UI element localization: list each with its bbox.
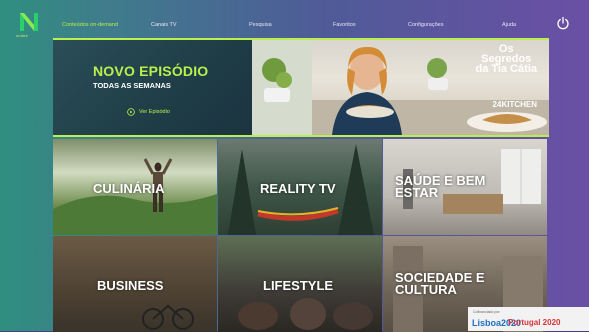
channel-brand: 24KITCHEN [492, 100, 537, 109]
category-tile-saude[interactable]: SAÚDE E BEM ESTAR [383, 139, 547, 235]
play-icon [127, 108, 135, 116]
nav-item-favoritos[interactable]: Favoritos [333, 22, 356, 28]
category-label: CULINÁRIA [93, 181, 165, 196]
hero-banner[interactable]: NOVO EPISÓDIO TODAS AS SEMANAS Ver Episó… [53, 38, 549, 137]
hero-subtitle: TODAS AS SEMANAS [93, 81, 171, 90]
category-tile-business[interactable]: BUSINESS [53, 236, 217, 332]
sponsor-small-text: Cofinanciado por: [473, 310, 501, 314]
category-label: SOCIEDADE E CULTURA [395, 270, 515, 297]
category-label: LIFESTYLE [263, 278, 334, 293]
category-label: SAÚDE E BEM ESTAR [395, 173, 525, 200]
show-title-line-3: da Tia Cátia [475, 63, 537, 75]
category-label: BUSINESS [97, 278, 164, 293]
category-tile-reality-tv[interactable]: REALITY TV [218, 139, 382, 235]
top-navigation: online Conteúdos on-demand Canais TV Pes… [0, 0, 589, 40]
category-tile-lifestyle[interactable]: LIFESTYLE [218, 236, 382, 332]
category-label-text: SAÚDE E BEM ESTAR [395, 173, 486, 200]
category-grid: CULINÁRIA REALITY TV SAÚDE E BEM ESTAR B… [53, 139, 548, 332]
hero-info-panel: NOVO EPISÓDIO TODAS AS SEMANAS Ver Episó… [53, 40, 252, 135]
nav-item-canais-tv[interactable]: Canais TV [151, 22, 177, 28]
nav-item-configuracoes[interactable]: Configurações [408, 22, 443, 28]
category-label: REALITY TV [260, 181, 336, 196]
show-title: Os Segredos da Tia Cátia [475, 44, 537, 75]
app-logo-icon[interactable] [18, 9, 40, 35]
nav-item-pesquisa[interactable]: Pesquisa [249, 22, 272, 28]
sponsor-banner: Cofinanciado por: Lisboa2020 Portugal 20… [468, 307, 589, 331]
nav-item-ajuda[interactable]: Ajuda [502, 22, 516, 28]
category-label-text: SOCIEDADE E CULTURA [395, 270, 485, 297]
watch-episode-button[interactable]: Ver Episódio [127, 108, 170, 116]
nav-item-on-demand[interactable]: Conteúdos on-demand [62, 22, 118, 28]
hero-title: NOVO EPISÓDIO [93, 63, 209, 79]
logo-subtitle: online [16, 33, 28, 38]
sponsor-logo-portugal: Portugal 2020 [508, 318, 561, 327]
power-icon[interactable] [556, 16, 570, 30]
hero-show-image: Os Segredos da Tia Cátia 24KITCHEN [252, 40, 549, 135]
category-tile-culinaria[interactable]: CULINÁRIA [53, 139, 217, 235]
watch-episode-label: Ver Episódio [139, 109, 170, 115]
